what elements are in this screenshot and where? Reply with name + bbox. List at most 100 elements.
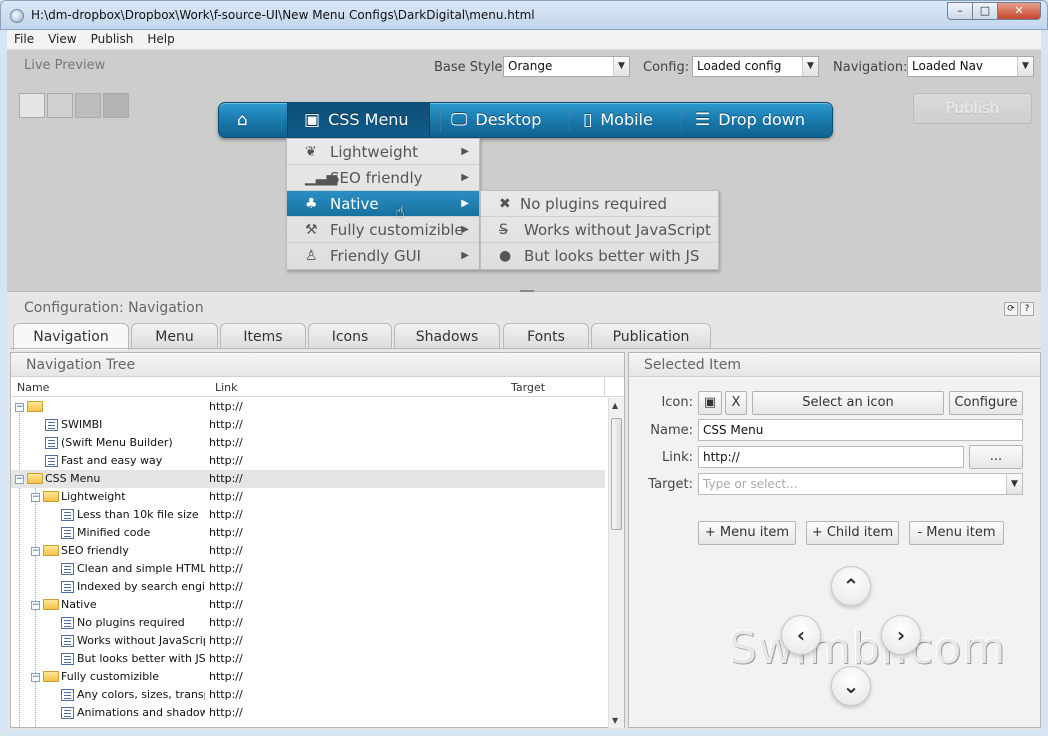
move-left-button[interactable]: ‹ [781, 615, 821, 655]
dropdown-item-customizible[interactable]: ⚒ Fully customizible ▶ [287, 217, 479, 243]
move-up-button[interactable]: ⌃ [831, 566, 871, 606]
add-child-item-button[interactable]: + Child item [806, 521, 899, 545]
help-icon[interactable]: ? [1020, 302, 1034, 316]
close-button[interactable]: ✕ [997, 2, 1041, 20]
demo-menu-drop-down[interactable]: ☰ Drop down [695, 103, 825, 137]
tree-row[interactable]: Fast and easy way http:// [11, 452, 605, 470]
tree-row[interactable]: Animations and shadows http:// [11, 704, 605, 722]
config-select[interactable]: Loaded config ▼ [692, 56, 819, 77]
link-input[interactable]: http:// [698, 446, 964, 468]
tree-row[interactable]: Any colors, sizes, transp... http:// [11, 686, 605, 704]
tree-item-link: http:// [209, 436, 243, 449]
chevron-down-icon: ▼ [802, 57, 818, 76]
tab-fonts[interactable]: Fonts [503, 323, 589, 349]
scroll-down-icon[interactable]: ▼ [612, 716, 618, 725]
tree-row[interactable]: Indexed by search engines http:// [11, 578, 605, 596]
submenu-item-without-js[interactable]: S̶ Works without JavaScript [481, 217, 718, 243]
demo-menu-home[interactable]: ⌂ [237, 103, 273, 137]
menu-publish[interactable]: Publish [84, 30, 141, 48]
publish-button[interactable]: Publish [913, 93, 1032, 124]
collapse-icon[interactable]: − [31, 493, 40, 502]
move-down-button[interactable]: ⌄ [831, 666, 871, 706]
target-placeholder: Type or select... [703, 477, 798, 491]
collapse-icon[interactable]: − [31, 547, 40, 556]
submenu-item-better-with-js[interactable]: ● But looks better with JS [481, 243, 718, 269]
tree-item-name: Any colors, sizes, transp... [77, 688, 205, 701]
tab-items[interactable]: Items [220, 323, 306, 349]
tree-row[interactable]: − Native http:// [11, 596, 605, 614]
dropdown-item-seo[interactable]: ▁▃▅ SEO friendly ▶ [287, 165, 479, 191]
submenu-item-no-plugins[interactable]: ✖ No plugins required [481, 191, 718, 217]
dropdown-item-label: Native [330, 195, 379, 213]
column-target[interactable]: Target [511, 381, 545, 394]
tree-row[interactable]: SWIMBI http:// [11, 416, 605, 434]
background-swatch-medium[interactable] [75, 93, 101, 118]
selected-item-title: Selected Item [629, 353, 1040, 377]
chevron-down-icon: ▼ [613, 57, 629, 76]
minimize-button[interactable]: – [947, 2, 973, 20]
collapse-icon[interactable]: − [31, 601, 40, 610]
refresh-icon[interactable]: ⟳ [1004, 302, 1018, 316]
tree-row[interactable]: − SEO friendly http:// [11, 542, 605, 560]
demo-menu-desktop[interactable]: 🖵 Desktop [451, 103, 561, 137]
collapse-icon[interactable]: − [15, 475, 24, 484]
tree-item-name: Clean and simple HTML li... [77, 562, 205, 575]
menu-view[interactable]: View [41, 30, 83, 48]
tree-row[interactable]: Clean and simple HTML li... http:// [11, 560, 605, 578]
move-right-button[interactable]: › [881, 615, 921, 655]
tree-row[interactable]: − http:// [11, 398, 605, 416]
css3-icon[interactable]: ▣ [698, 391, 722, 415]
background-swatch-white[interactable] [19, 93, 45, 118]
scrollbar-thumb[interactable] [611, 418, 622, 530]
tree-row[interactable]: But looks better with JS http:// [11, 650, 605, 668]
tree-row[interactable]: Works without JavaScript http:// [11, 632, 605, 650]
column-link[interactable]: Link [215, 381, 238, 394]
app-icon [10, 9, 24, 23]
demo-menu-css-menu[interactable]: ▣ CSS Menu [287, 103, 430, 137]
chevron-down-icon: ⌄ [842, 674, 860, 698]
base-style-select[interactable]: Orange ▼ [503, 56, 630, 77]
select-icon-button[interactable]: Select an icon [752, 391, 944, 415]
tree-row[interactable]: Minified code http:// [11, 524, 605, 542]
live-preview-title: Live Preview [24, 58, 106, 73]
browse-link-button[interactable]: ... [969, 445, 1023, 469]
navigation-select[interactable]: Loaded Nav ▼ [907, 56, 1034, 77]
tree-scrollbar[interactable]: ▲ ▼ [608, 398, 624, 728]
tab-publication[interactable]: Publication [591, 323, 711, 349]
configure-button[interactable]: Configure [949, 391, 1023, 415]
tree-item-name: CSS Menu [45, 472, 101, 485]
tree-row[interactable]: No plugins required http:// [11, 614, 605, 632]
background-swatch-dark[interactable] [103, 93, 129, 118]
tree-item-name: But looks better with JS [77, 652, 205, 665]
name-label: Name: [650, 423, 693, 438]
target-combobox[interactable]: Type or select... ▼ [698, 473, 1023, 495]
selected-item-panel: Selected Item Swimbi.com Icon: ▣ X Selec… [628, 352, 1041, 728]
background-swatch-light[interactable] [47, 93, 73, 118]
add-menu-item-button[interactable]: + Menu item [698, 521, 796, 545]
scroll-up-icon[interactable]: ▲ [612, 401, 618, 410]
menu-file[interactable]: File [7, 30, 41, 48]
dropdown-item-friendly-gui[interactable]: ♙ Friendly GUI ▶ [287, 243, 479, 269]
tree-row[interactable]: Less than 10k file size http:// [11, 506, 605, 524]
tree-row[interactable]: (Swift Menu Builder) http:// [11, 434, 605, 452]
maximize-button[interactable]: □ [972, 2, 998, 20]
tree-row[interactable]: − Fully customizible http:// [11, 668, 605, 686]
dropdown-item-lightweight[interactable]: ❦ Lightweight ▶ [287, 139, 479, 165]
collapse-icon[interactable]: − [15, 403, 24, 412]
column-name[interactable]: Name [17, 381, 49, 394]
tree-row[interactable]: − CSS Menu http:// [11, 470, 605, 488]
tab-navigation[interactable]: Navigation [13, 323, 129, 350]
dropdown-item-native[interactable]: ♣ Native ▶ [287, 191, 479, 217]
tab-shadows[interactable]: Shadows [394, 323, 500, 349]
clear-icon-button[interactable]: X [725, 391, 747, 415]
menu-help[interactable]: Help [140, 30, 181, 48]
splitter-handle[interactable] [520, 290, 534, 294]
tab-icons[interactable]: Icons [308, 323, 392, 349]
demo-menu-mobile[interactable]: ▯ Mobile [583, 103, 683, 137]
tree-row[interactable]: − Lightweight http:// [11, 488, 605, 506]
tab-menu[interactable]: Menu [131, 323, 218, 349]
link-label: Link: [661, 450, 693, 465]
collapse-icon[interactable]: − [31, 673, 40, 682]
name-input[interactable]: CSS Menu [698, 419, 1023, 441]
remove-menu-item-button[interactable]: - Menu item [909, 521, 1004, 545]
